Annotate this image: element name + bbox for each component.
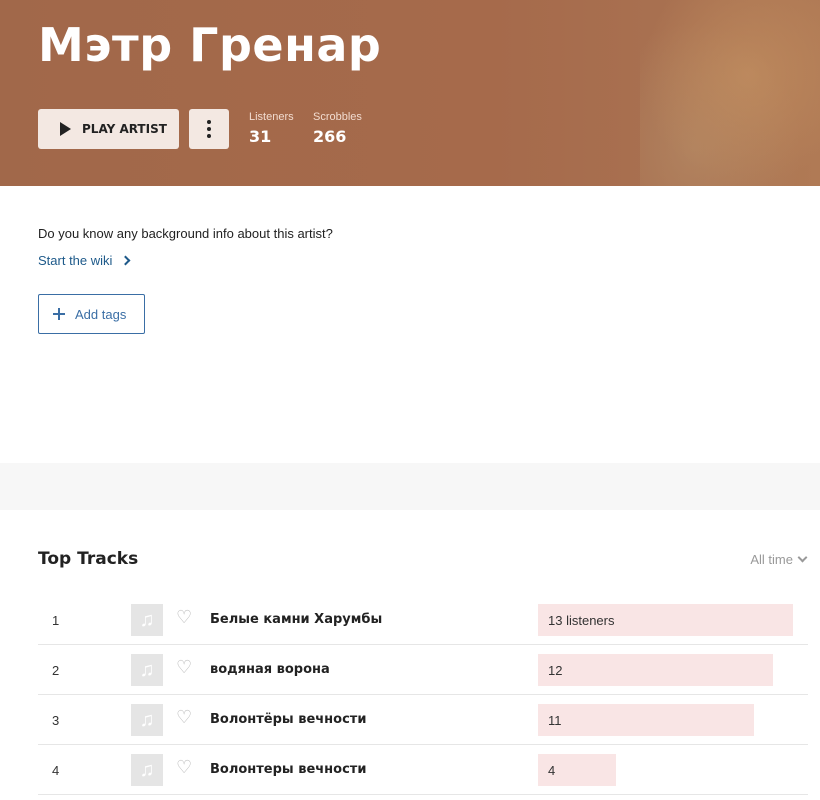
track-name[interactable]: водяная ворона xyxy=(210,662,330,677)
listeners-bar xyxy=(538,704,754,736)
listeners-value: 31 xyxy=(249,127,272,146)
add-tags-button[interactable]: Add tags xyxy=(38,294,145,334)
chevron-down-icon xyxy=(797,552,808,563)
music-note-icon: ♫ xyxy=(139,708,155,731)
track-cover[interactable]: ♫ xyxy=(131,704,163,736)
heart-icon[interactable]: ♡ xyxy=(176,608,192,626)
scrobbles-value: 266 xyxy=(313,127,347,146)
scrobbles-label: Scrobbles xyxy=(313,111,362,123)
music-note-icon: ♫ xyxy=(139,658,155,681)
track-row: 1 ♫ ♡ Белые камни Харумбы 13 listeners xyxy=(38,595,808,645)
play-artist-label: PLAY ARTIST xyxy=(82,122,167,136)
track-rank: 2 xyxy=(52,663,60,678)
track-name[interactable]: Белые камни Харумбы xyxy=(210,612,382,627)
top-tracks-title: Top Tracks xyxy=(38,549,139,569)
section-divider xyxy=(0,463,820,510)
add-tags-label: Add tags xyxy=(75,306,127,322)
artist-header: Мэтр Гренар PLAY ARTIST Listeners 31 Scr… xyxy=(0,0,820,186)
music-note-icon: ♫ xyxy=(139,608,155,631)
more-vertical-icon xyxy=(207,120,211,124)
track-listeners: 13 listeners xyxy=(548,613,615,628)
wiki-prompt: Do you know any background info about th… xyxy=(38,226,333,241)
track-cover[interactable]: ♫ xyxy=(131,654,163,686)
scrobbles-stat: Scrobbles 266 xyxy=(313,111,362,146)
track-rank: 3 xyxy=(52,713,60,728)
track-listeners: 4 xyxy=(548,763,556,778)
track-listeners: 11 xyxy=(548,713,562,728)
music-note-icon: ♫ xyxy=(139,758,155,781)
track-cover[interactable]: ♫ xyxy=(131,604,163,636)
plus-icon xyxy=(53,308,65,320)
period-label: All time xyxy=(750,552,793,567)
track-row: 2 ♫ ♡ водяная ворона 12 xyxy=(38,645,808,695)
track-cover[interactable]: ♫ xyxy=(131,754,163,786)
play-icon xyxy=(60,122,71,136)
chevron-right-icon xyxy=(120,255,131,266)
listeners-bar xyxy=(538,654,773,686)
play-artist-button[interactable]: PLAY ARTIST xyxy=(38,109,179,149)
header-background-image xyxy=(640,0,820,186)
listeners-label: Listeners xyxy=(249,111,294,123)
track-name[interactable]: Волонтёры вечности xyxy=(210,712,366,727)
start-wiki-link[interactable]: Start the wiki xyxy=(38,253,131,268)
heart-icon[interactable]: ♡ xyxy=(176,658,192,676)
track-rank: 1 xyxy=(52,613,60,628)
track-rank: 4 xyxy=(52,763,60,778)
listeners-stat: Listeners 31 xyxy=(249,111,294,146)
top-tracks-list: 1 ♫ ♡ Белые камни Харумбы 13 listeners 2… xyxy=(38,595,808,795)
track-listeners: 12 xyxy=(548,663,563,678)
track-row: 4 ♫ ♡ Волонтеры вечности 4 xyxy=(38,745,808,795)
start-wiki-label: Start the wiki xyxy=(38,253,113,268)
more-options-button[interactable] xyxy=(189,109,229,149)
track-row: 3 ♫ ♡ Волонтёры вечности 11 xyxy=(38,695,808,745)
heart-icon[interactable]: ♡ xyxy=(176,758,192,776)
heart-icon[interactable]: ♡ xyxy=(176,708,192,726)
artist-name: Мэтр Гренар xyxy=(38,18,382,72)
period-select[interactable]: All time xyxy=(750,552,808,567)
track-name[interactable]: Волонтеры вечности xyxy=(210,762,366,777)
